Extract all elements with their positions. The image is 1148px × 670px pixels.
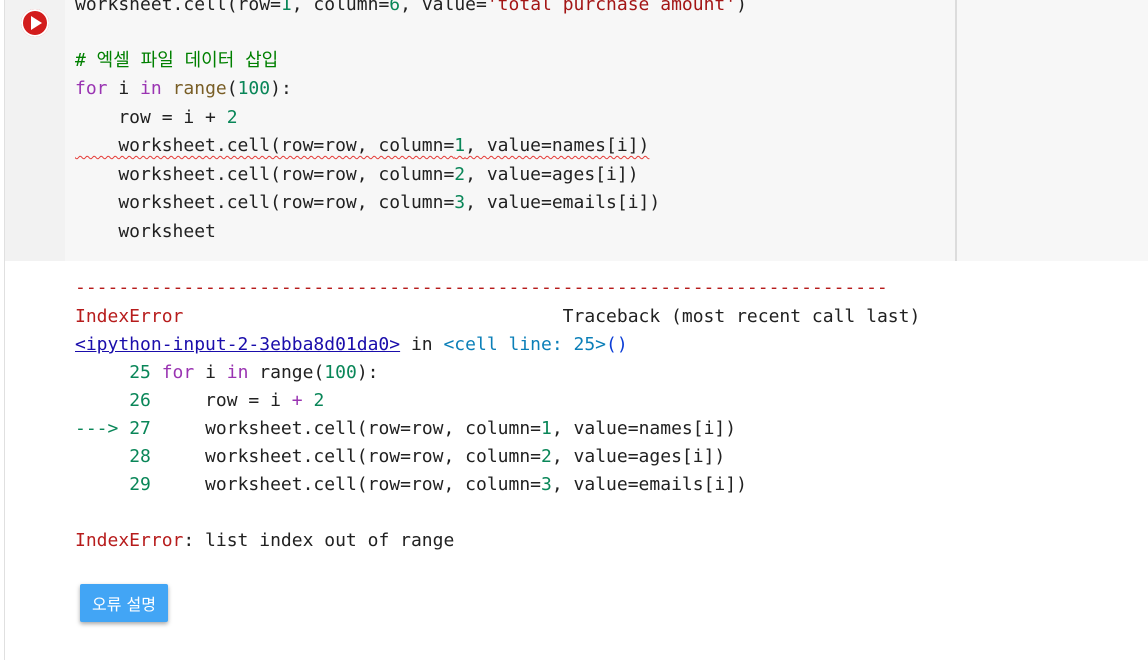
traceback-divider: ----------------------------------------… [75, 277, 888, 298]
cell-gutter [5, 0, 65, 261]
code-line-9: worksheet [75, 221, 216, 242]
code-line-8: worksheet.cell(row=row, column=3, value=… [75, 192, 661, 213]
final-error-line: IndexError: list index out of range [75, 530, 455, 551]
code-line-7: worksheet.cell(row=row, column=2, value=… [75, 164, 639, 185]
error-type: IndexError [75, 306, 184, 327]
explain-error-button[interactable]: 오류 설명 [80, 584, 168, 622]
code-line-4: for i in range(100): [75, 78, 292, 99]
traceback-location: <ipython-input-2-3ebba8d01da0> in <cell … [75, 334, 628, 355]
code-line-6: worksheet.cell(row=row, column=1, value=… [75, 135, 650, 156]
trace-line-28: 28 worksheet.cell(row=row, column=2, val… [129, 446, 726, 467]
code-line-5: row = i + 2 [75, 107, 238, 128]
traceback-header: IndexError Traceback (most recent call l… [75, 304, 920, 330]
code-line-3: # 엑셀 파일 데이터 삽입 [75, 50, 279, 71]
trace-line-29: 29 worksheet.cell(row=row, column=3, val… [129, 474, 747, 495]
traceback-label: Traceback (most recent call last) [562, 306, 921, 327]
cell-line-ref: <cell line: 25> [443, 334, 607, 355]
cell-output: ----------------------------------------… [5, 261, 1148, 660]
code-line-1: worksheet.cell(row=1, column=6, value='t… [75, 0, 747, 15]
run-cell-button[interactable] [21, 9, 49, 37]
ipython-input-link[interactable]: <ipython-input-2-3ebba8d01da0> [75, 334, 400, 355]
code-cell: worksheet.cell(row=1, column=6, value='t… [4, 0, 1148, 660]
trace-line-25: 25 for i in range(100): [129, 362, 379, 383]
trace-line-27: ---> 27 worksheet.cell(row=row, column=1… [75, 418, 737, 439]
editor-side-pane [957, 0, 1148, 261]
trace-line-26: 26 row = i + 2 [129, 390, 325, 411]
